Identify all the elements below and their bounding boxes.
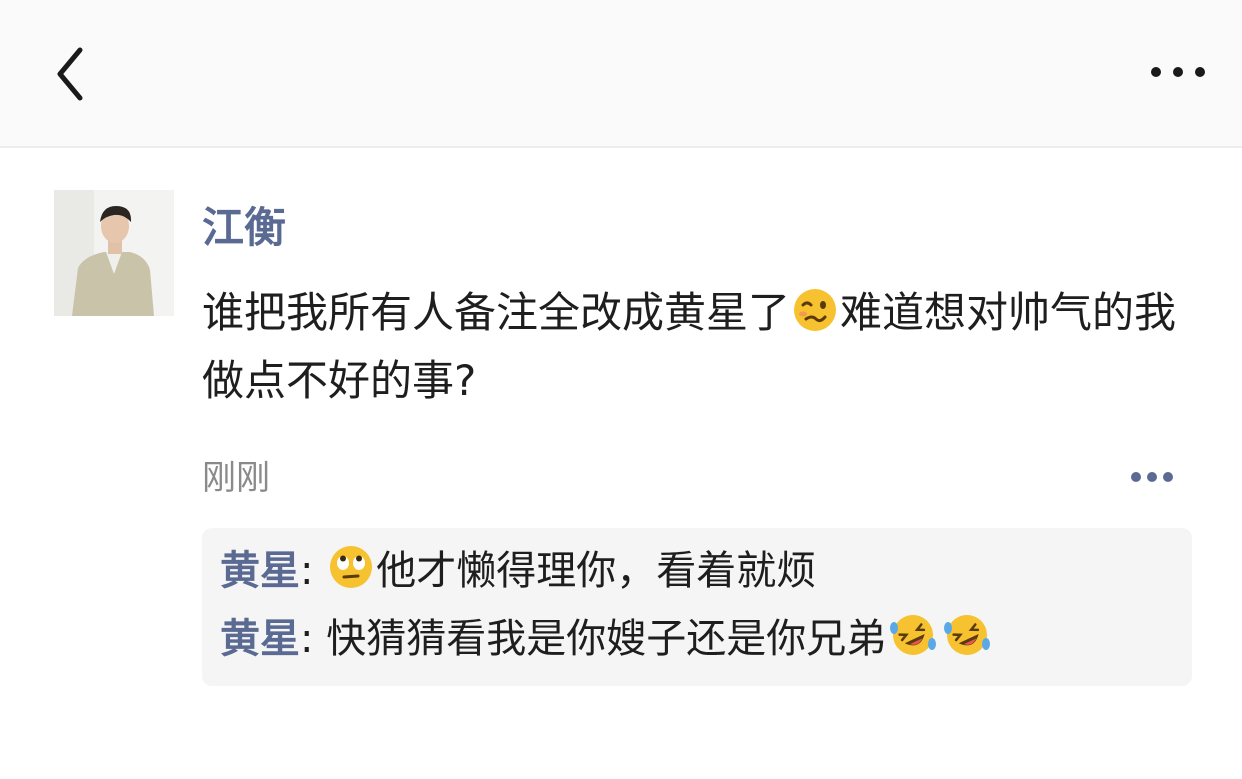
comment-separator: :	[300, 548, 327, 594]
woozy-face-emoji-icon	[792, 287, 838, 350]
comment-item[interactable]: 黄星: 他才懒得理你，看着就烦	[220, 540, 1174, 608]
back-button[interactable]	[40, 40, 100, 108]
comment-text: 他才懒得理你，看着就烦	[376, 548, 817, 594]
user-avatar-image	[54, 190, 174, 316]
post-text-part1: 谁把我所有人备注全改成黄星了	[202, 288, 791, 337]
rofl-emoji-icon	[888, 612, 938, 676]
rolling-eyes-emoji-icon	[328, 544, 374, 608]
chevron-left-icon	[57, 47, 83, 101]
top-bar	[0, 0, 1242, 148]
post-more-button[interactable]	[1126, 464, 1178, 490]
comment-author[interactable]: 黄星	[220, 616, 300, 662]
post-author-name[interactable]: 江衡	[202, 200, 286, 256]
post-content: 谁把我所有人备注全改成黄星了 难道想对帅气的我做点不好的事?	[202, 282, 1192, 412]
comment-separator: :	[300, 616, 327, 662]
ellipsis-icon	[1151, 67, 1205, 77]
post-timestamp: 刚刚	[202, 458, 270, 498]
comment-item[interactable]: 黄星: 快猜猜看我是你嫂子还是你兄弟	[220, 608, 1174, 676]
comment-text: 快猜猜看我是你嫂子还是你兄弟	[326, 616, 887, 662]
avatar[interactable]	[54, 190, 174, 316]
more-options-button[interactable]	[1138, 48, 1218, 96]
ellipsis-icon	[1131, 472, 1173, 482]
rofl-emoji-icon	[942, 612, 992, 676]
comments-section: 黄星: 他才懒得理你，看着就烦 黄星: 快猜猜看我是你嫂子还是你兄弟	[202, 528, 1192, 686]
comment-author[interactable]: 黄星	[220, 548, 300, 594]
